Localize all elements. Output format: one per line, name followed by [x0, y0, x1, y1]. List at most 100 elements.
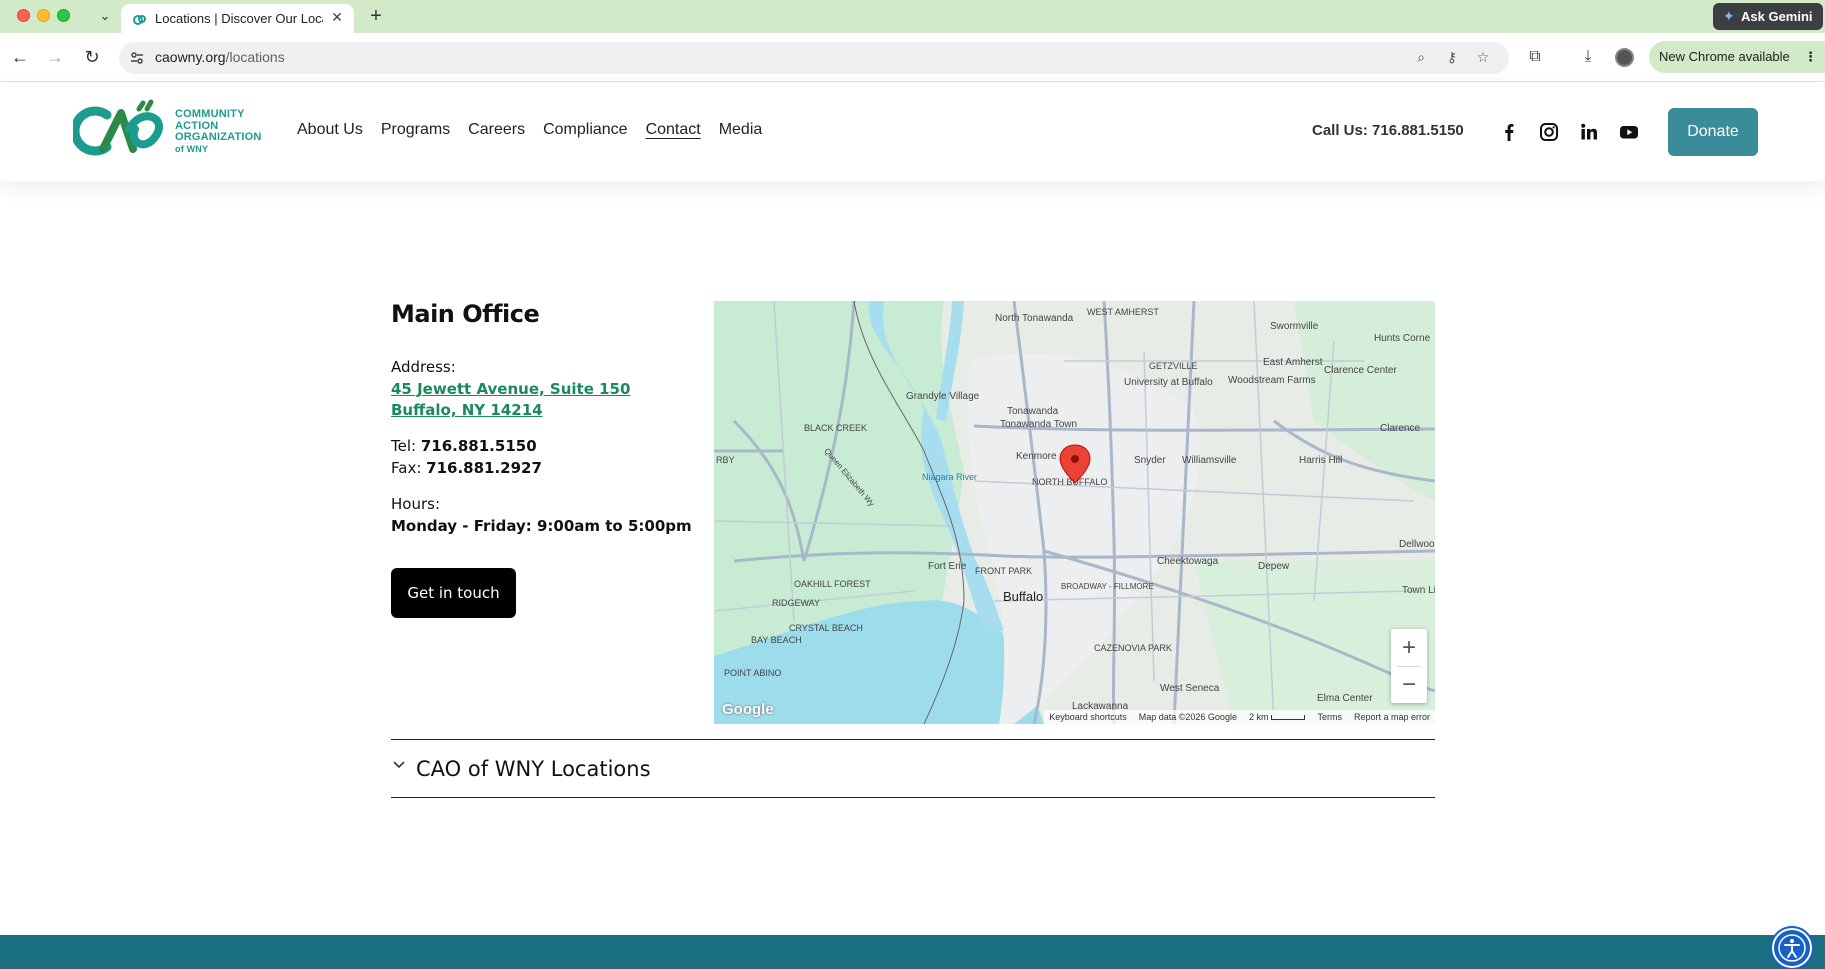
new-tab-icon[interactable]: +: [366, 5, 386, 27]
address-line-1-link[interactable]: 45 Jewett Avenue, Suite 150: [391, 380, 630, 398]
tel-number[interactable]: 716.881.5150: [421, 437, 537, 455]
download-icon[interactable]: ⤓: [1577, 46, 1599, 68]
tab-close-icon[interactable]: ✕: [328, 9, 346, 26]
map-place-label: BLACK CREEK: [804, 423, 867, 433]
map-place-label: Elma Center: [1317, 693, 1373, 704]
accessibility-icon: [1778, 934, 1806, 962]
map-place-label: RBY: [716, 455, 735, 465]
tel-row: Tel: 716.881.5150: [391, 437, 537, 455]
map-place-label: CAZENOVIA PARK: [1094, 643, 1172, 653]
terms-link[interactable]: Terms: [1317, 712, 1342, 722]
site-info-icon[interactable]: [129, 50, 145, 66]
gemini-sparkle-icon: ✦: [1723, 8, 1735, 24]
map-place-label: FRONT PARK: [975, 566, 1032, 576]
main-navigation: About Us Programs Careers Compliance Con…: [297, 121, 780, 139]
youtube-icon[interactable]: [1618, 121, 1640, 143]
map-place-label: Snyder: [1134, 455, 1166, 466]
tab-search-chevron-icon[interactable]: ⌄: [95, 6, 115, 26]
get-in-touch-button[interactable]: Get in touch: [391, 568, 516, 618]
map-place-label: University at Buffalo: [1124, 377, 1213, 388]
map-place-label: Dellwoo: [1399, 539, 1435, 550]
zoom-out-button[interactable]: −: [1391, 666, 1427, 703]
ask-gemini-label: Ask Gemini: [1741, 9, 1813, 24]
map-place-label: Woodstream Farms: [1228, 375, 1316, 386]
google-map[interactable]: North Tonawanda WEST AMHERST Swormville …: [714, 301, 1435, 724]
address-line-2-link[interactable]: Buffalo, NY 14214: [391, 401, 543, 419]
map-place-label: North Tonawanda: [995, 313, 1074, 324]
fax-label: Fax:: [391, 459, 422, 477]
browser-tab[interactable]: Locations | Discover Our Loca ✕: [121, 4, 354, 33]
browser-toolbar: ← → ↻ caowny.org/locations ⌕ ⚷ ☆ ⧉ ⤓ New…: [0, 33, 1825, 82]
nav-about-us[interactable]: About Us: [297, 121, 363, 139]
map-scale[interactable]: 2 km: [1249, 712, 1306, 722]
close-window-button[interactable]: [17, 9, 30, 22]
map-place-label: Tonawanda Town: [1000, 419, 1077, 430]
linkedin-icon[interactable]: [1578, 121, 1600, 143]
map-place-label: West Seneca: [1160, 683, 1220, 694]
reload-icon[interactable]: ↻: [80, 45, 104, 69]
report-map-error-link[interactable]: Report a map error: [1354, 712, 1430, 722]
password-key-icon[interactable]: ⚷: [1443, 49, 1461, 67]
map-place-label: POINT ABINO: [724, 668, 781, 678]
nav-contact[interactable]: Contact: [646, 121, 701, 139]
map-place-label: Fort Erie: [928, 561, 967, 572]
new-chrome-available-button[interactable]: New Chrome available ⋮: [1649, 41, 1825, 73]
site-header: COMMUNITY ACTION ORGANIZATION of WNY Abo…: [0, 83, 1825, 181]
tel-label: Tel:: [391, 437, 417, 455]
browser-tab-bar: ⌄ Locations | Discover Our Loca ✕ + ✦ As…: [0, 0, 1825, 33]
donate-button[interactable]: Donate: [1668, 108, 1758, 156]
map-place-label: Niagara River: [922, 472, 977, 482]
map-place-label: Grandyle Village: [906, 391, 980, 402]
nav-compliance[interactable]: Compliance: [543, 121, 627, 139]
logo-line-3: ORGANIZATION: [175, 131, 262, 143]
instagram-icon[interactable]: [1538, 121, 1560, 143]
chevron-down-icon: [393, 761, 405, 769]
map-place-label: Kenmore: [1016, 451, 1057, 462]
map-place-label: East Amherst: [1263, 357, 1323, 368]
more-menu-icon[interactable]: ⋮: [1804, 41, 1817, 73]
address-bar[interactable]: caowny.org/locations ⌕ ⚷ ☆: [119, 42, 1509, 74]
fax-number: 716.881.2927: [426, 459, 542, 477]
map-place-label: NORTH BUFFALO: [1032, 477, 1107, 487]
nav-careers[interactable]: Careers: [468, 121, 525, 139]
facebook-icon[interactable]: [1498, 121, 1520, 143]
call-us-link[interactable]: Call Us: 716.881.5150: [1312, 122, 1464, 139]
hours-label: Hours:: [391, 495, 440, 513]
minimize-window-button[interactable]: [37, 9, 50, 22]
zoom-magnifier-icon[interactable]: ⌕: [1412, 49, 1430, 67]
accordion-title: CAO of WNY Locations: [416, 757, 651, 781]
map-place-label: Clarence Center: [1324, 365, 1397, 376]
map-place-label: Town Li: [1402, 585, 1435, 596]
address-label: Address:: [391, 358, 456, 376]
nav-programs[interactable]: Programs: [381, 121, 450, 139]
locations-accordion[interactable]: CAO of WNY Locations: [391, 739, 1435, 798]
nav-media[interactable]: Media: [719, 121, 763, 139]
cao-logo[interactable]: COMMUNITY ACTION ORGANIZATION of WNY: [70, 99, 273, 163]
map-place-label: Williamsville: [1182, 455, 1237, 466]
bookmark-star-icon[interactable]: ☆: [1474, 49, 1492, 67]
ask-gemini-button[interactable]: ✦ Ask Gemini: [1713, 3, 1823, 30]
map-place-label: Harris Hill: [1299, 455, 1342, 466]
map-place-label: Swormville: [1270, 321, 1319, 332]
keyboard-shortcuts-link[interactable]: Keyboard shortcuts: [1049, 712, 1127, 722]
accessibility-button[interactable]: [1772, 928, 1812, 968]
map-place-label: CRYSTAL BEACH: [789, 623, 863, 633]
map-place-label: GETZVILLE: [1149, 361, 1198, 371]
forward-arrow-icon[interactable]: →: [43, 45, 67, 69]
site-favicon-icon: [133, 15, 146, 25]
map-canvas[interactable]: North Tonawanda WEST AMHERST Swormville …: [714, 301, 1435, 724]
new-chrome-label: New Chrome available: [1659, 49, 1790, 64]
logo-wordmark: COMMUNITY ACTION ORGANIZATION of WNY: [175, 108, 262, 155]
office-title: Main Office: [391, 300, 540, 328]
back-arrow-icon[interactable]: ←: [8, 45, 32, 69]
logo-line-4: of WNY: [175, 143, 209, 154]
map-place-label: Clarence: [1380, 423, 1420, 434]
extensions-puzzle-icon[interactable]: ⧉: [1524, 46, 1546, 68]
profile-avatar[interactable]: [1615, 48, 1634, 67]
url-host: caowny.org: [155, 49, 226, 65]
map-place-label: Tonawanda: [1007, 406, 1059, 417]
zoom-in-button[interactable]: +: [1391, 629, 1427, 666]
maximize-window-button[interactable]: [57, 9, 70, 22]
map-place-label: RIDGEWAY: [772, 598, 820, 608]
fax-row: Fax: 716.881.2927: [391, 459, 542, 477]
